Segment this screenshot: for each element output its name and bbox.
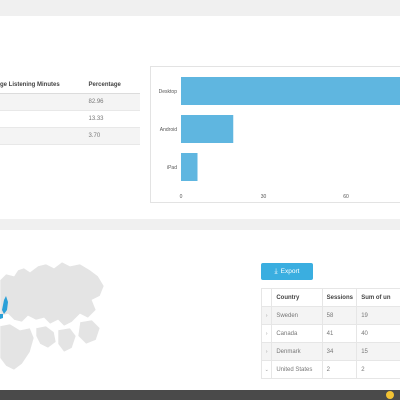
percentage-cell: 3.70 [86,127,140,145]
column-header-listening-minutes[interactable]: ge Listening Minutes [0,76,87,94]
sessions-cell: 2 [321,360,358,379]
column-header-sessions[interactable]: Sessions [321,288,358,307]
device-name-cell [0,127,87,145]
category-label-ipad: iPad [167,165,177,171]
device-name-cell [0,93,87,111]
sum-cell: 40 [356,324,400,343]
expander-header [260,288,273,307]
sum-cell: 19 [356,306,400,325]
table-header-row: Country Sessions Sum of un [260,288,400,307]
expand-chevron-icon[interactable]: › [260,306,273,325]
percentage-cell: 82.96 [86,93,140,111]
collapse-chevron-icon[interactable]: ⌄ [260,360,273,379]
bar-android[interactable] [181,115,234,143]
sum-cell: 2 [356,360,400,379]
map-highlight-denmark[interactable] [0,314,3,319]
expand-chevron-icon[interactable]: › [260,324,273,343]
notification-icon[interactable] [386,391,394,399]
map-region-eurasia[interactable] [0,261,105,327]
category-label-desktop: Desktop [159,89,178,95]
world-map[interactable] [0,240,110,390]
device-bar-chart: Desktop Android iPad 0 30 60 [159,77,400,200]
column-header-sum[interactable]: Sum of un [356,288,400,307]
country-cell: United States [271,360,323,379]
table-row: 3.70 [0,127,140,145]
category-label-android: Android [160,127,177,133]
x-tick-label: 60 [343,194,349,200]
table-row[interactable]: › Denmark 34 15 [260,342,400,361]
country-cell: Denmark [271,342,323,361]
percentage-cell: 13.33 [86,110,140,128]
country-cell: Canada [271,324,323,343]
map-region-east-asia[interactable] [77,319,101,345]
table-row: 13.33 [0,110,140,128]
bar-ipad[interactable] [181,153,198,181]
sessions-cell: 41 [321,324,358,343]
table-row[interactable]: › Canada 41 40 [260,324,400,343]
x-tick-label: 0 [180,194,183,200]
map-region-north-africa[interactable] [0,323,35,371]
country-cell: Sweden [271,306,323,325]
sessions-cell: 58 [321,306,358,325]
export-button-label: Export [280,268,300,275]
column-header-percentage[interactable]: Percentage [86,76,140,94]
x-tick-label: 30 [261,194,267,200]
map-region-middle-east[interactable] [35,325,57,349]
column-header-country[interactable]: Country [271,288,323,307]
device-table: ge Listening Minutes Percentage 82.96 13… [0,76,140,145]
expand-chevron-icon[interactable]: › [260,342,273,361]
country-table: Country Sessions Sum of un › Sweden 58 1… [260,288,400,379]
table-header-row: ge Listening Minutes Percentage [0,76,140,94]
bar-desktop[interactable] [181,77,400,105]
table-row[interactable]: ⌄ United States 2 2 [260,360,400,379]
status-bar [0,390,400,400]
export-button[interactable]: ⤓ Export [261,263,313,280]
device-name-cell [0,110,87,128]
download-icon: ⤓ [274,268,278,275]
map-region-south-asia[interactable] [57,327,77,353]
table-row[interactable]: › Sweden 58 19 [260,306,400,325]
sum-cell: 15 [356,342,400,361]
sessions-cell: 34 [321,342,358,361]
table-row: 82.96 [0,93,140,111]
